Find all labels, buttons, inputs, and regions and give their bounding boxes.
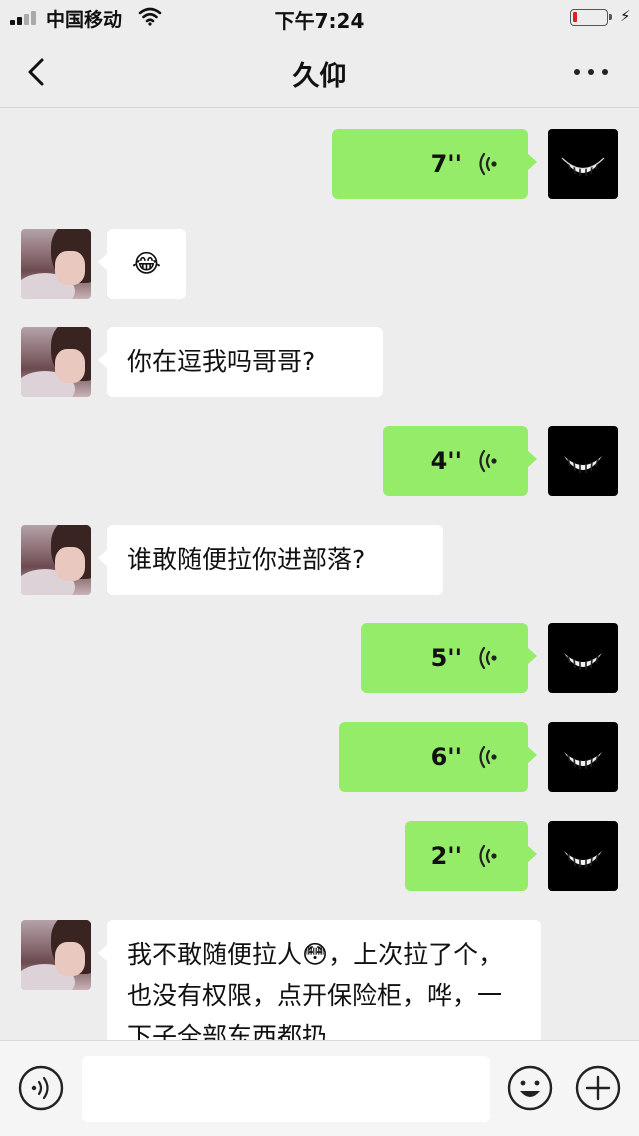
- message-row: 😂: [0, 229, 639, 299]
- voice-duration: 6'': [430, 743, 462, 771]
- plus-icon[interactable]: [575, 1065, 621, 1111]
- voice-message-bubble[interactable]: 7'': [332, 129, 537, 199]
- voice-message-bubble[interactable]: 6'': [339, 722, 537, 792]
- voice-wave-icon: [479, 646, 497, 670]
- chat-title: 久仰: [292, 61, 347, 92]
- text-message-bubble[interactable]: 谁敢随便拉你进部落?: [98, 525, 443, 595]
- voice-duration: 7'': [430, 150, 462, 178]
- charging-icon: ⚡: [620, 7, 631, 25]
- emoji-icon[interactable]: [507, 1065, 553, 1111]
- voice-duration: 2'': [430, 842, 462, 870]
- voice-duration: 4'': [430, 447, 462, 475]
- message-list[interactable]: 7'' 😂 你在逗我吗哥哥? 4'' 谁敢随便拉你进部落? 5'' 6'' 2'…: [0, 108, 639, 1040]
- message-text: 谁敢随便拉你进部落?: [127, 545, 366, 574]
- message-row: 2'': [0, 821, 639, 891]
- message-row: 我不敢随便拉人😳，上次拉了个，也没有权限，点开保险柜，哗，一下子全部东西都扔: [0, 920, 639, 1040]
- voice-message-bubble[interactable]: 4'': [383, 426, 537, 496]
- contact-avatar[interactable]: [21, 920, 91, 990]
- message-row: 谁敢随便拉你进部落?: [0, 525, 639, 595]
- voice-wave-icon: [479, 152, 497, 176]
- status-bar: 中国移动 下午7:24 ⚡: [0, 0, 639, 36]
- battery-level: [573, 12, 577, 22]
- contact-avatar[interactable]: [21, 229, 91, 299]
- my-avatar[interactable]: [548, 426, 618, 496]
- message-row: 7'': [0, 129, 639, 199]
- nav-bar: 久仰: [0, 36, 639, 108]
- text-message-bubble[interactable]: 你在逗我吗哥哥?: [98, 327, 383, 397]
- contact-avatar[interactable]: [21, 327, 91, 397]
- voice-wave-icon: [479, 745, 497, 769]
- voice-wave-icon: [479, 844, 497, 868]
- voice-wave-icon: [479, 449, 497, 473]
- text-message-bubble[interactable]: 我不敢随便拉人😳，上次拉了个，也没有权限，点开保险柜，哗，一下子全部东西都扔: [98, 920, 541, 1040]
- text-message-bubble[interactable]: 😂: [98, 229, 186, 299]
- message-row: 5'': [0, 623, 639, 693]
- message-row: 4'': [0, 426, 639, 496]
- message-input[interactable]: [82, 1056, 490, 1122]
- more-dots-icon[interactable]: [568, 66, 618, 80]
- message-text: 😂: [131, 249, 162, 278]
- message-text: 我不敢随便拉人😳，上次拉了个，也没有权限，点开保险柜，哗，一下子全部东西都扔: [127, 940, 504, 1040]
- voice-message-bubble[interactable]: 5'': [361, 623, 537, 693]
- input-bar: [0, 1040, 639, 1136]
- voice-input-icon[interactable]: [18, 1065, 64, 1111]
- my-avatar[interactable]: [548, 623, 618, 693]
- message-row: 6'': [0, 722, 639, 792]
- battery-icon: [570, 9, 612, 26]
- contact-avatar[interactable]: [21, 525, 91, 595]
- my-avatar[interactable]: [548, 129, 618, 199]
- message-text: 你在逗我吗哥哥?: [127, 347, 316, 376]
- message-row: 你在逗我吗哥哥?: [0, 327, 639, 397]
- voice-message-bubble[interactable]: 2'': [405, 821, 537, 891]
- my-avatar[interactable]: [548, 821, 618, 891]
- my-avatar[interactable]: [548, 722, 618, 792]
- status-time: 下午7:24: [274, 9, 365, 33]
- voice-duration: 5'': [430, 644, 462, 672]
